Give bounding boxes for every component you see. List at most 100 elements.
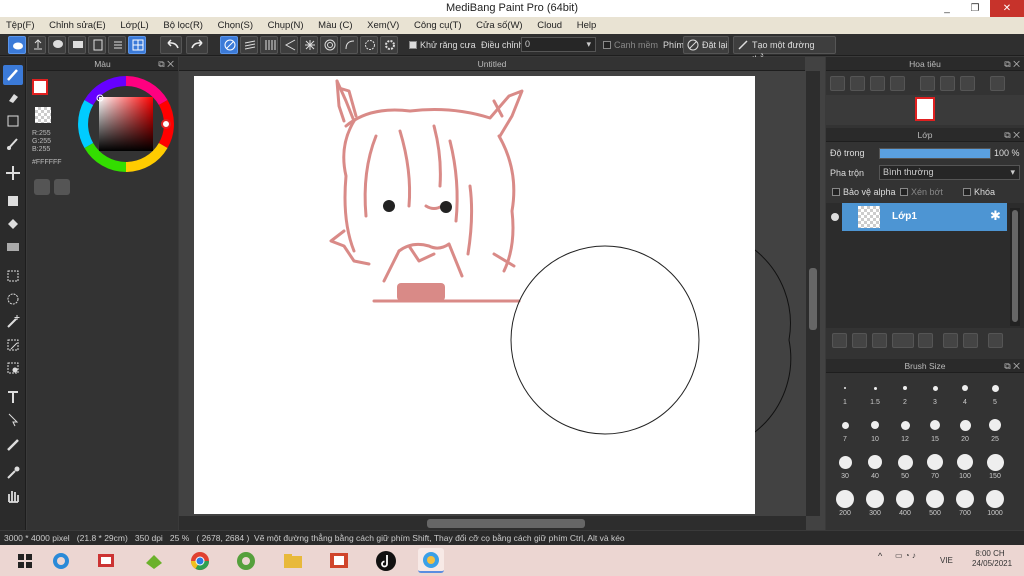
move-tool[interactable] bbox=[3, 163, 23, 183]
brush-size-option[interactable]: 25 bbox=[980, 414, 1010, 444]
bucket-tool[interactable] bbox=[3, 214, 23, 234]
palette-icon[interactable] bbox=[34, 179, 50, 195]
brush-size-option[interactable]: 50 bbox=[890, 451, 920, 481]
eyedropper-tool[interactable] bbox=[3, 463, 23, 483]
brush-size-option[interactable]: 1.5 bbox=[860, 377, 890, 407]
app-windows-icon[interactable] bbox=[93, 548, 119, 573]
clipping-checkbox[interactable]: Xén bớt bbox=[900, 187, 943, 197]
brush-size-option[interactable]: 500 bbox=[920, 488, 950, 518]
brush-size-option[interactable]: 40 bbox=[860, 451, 890, 481]
menu-edit[interactable]: Chỉnh sửa(E) bbox=[49, 17, 106, 34]
panel-float-close-icon[interactable]: ⧉ ✕ bbox=[1004, 57, 1020, 71]
brush-tool[interactable] bbox=[3, 65, 23, 85]
gradient-tool[interactable] bbox=[3, 237, 23, 257]
add-layer-menu-icon[interactable] bbox=[892, 333, 914, 348]
brush-size-option[interactable]: 12 bbox=[890, 414, 920, 444]
menu-cloud[interactable]: Cloud bbox=[537, 17, 562, 34]
parallel-snap-icon[interactable] bbox=[240, 36, 258, 54]
undo-icon[interactable] bbox=[160, 36, 182, 54]
select-rect-tool[interactable] bbox=[3, 266, 23, 286]
gear-icon[interactable]: ✱ bbox=[990, 208, 1001, 224]
select-eraser-tool[interactable] bbox=[3, 358, 23, 378]
antialias-checkbox[interactable]: Khử răng cưa bbox=[409, 37, 476, 53]
drawing-canvas[interactable] bbox=[194, 76, 755, 514]
brush-size-option[interactable]: 10 bbox=[860, 414, 890, 444]
app-green-icon[interactable] bbox=[233, 548, 259, 573]
upload-icon[interactable] bbox=[28, 36, 46, 54]
minimize-button[interactable]: _ bbox=[933, 0, 961, 17]
duplicate-layer-icon[interactable] bbox=[943, 333, 958, 348]
internet-explorer-icon[interactable] bbox=[48, 548, 74, 573]
close-button[interactable]: ✕ bbox=[990, 0, 1024, 17]
no-snap-icon[interactable] bbox=[220, 36, 238, 54]
rotate-right-icon[interactable] bbox=[960, 76, 975, 91]
flip-icon[interactable] bbox=[990, 76, 1005, 91]
reset-view-icon[interactable] bbox=[940, 76, 955, 91]
menu-snap[interactable]: Chụp(N) bbox=[268, 17, 304, 34]
reset-button[interactable]: Đặt lại bbox=[683, 36, 729, 54]
menu-view[interactable]: Xem(V) bbox=[367, 17, 399, 34]
tray-chevron-icon[interactable]: ^ bbox=[878, 551, 882, 561]
brush-size-option[interactable]: 2 bbox=[890, 377, 920, 407]
list-icon[interactable] bbox=[108, 36, 126, 54]
brush-size-option[interactable]: 400 bbox=[890, 488, 920, 518]
fill-rect-tool[interactable] bbox=[3, 191, 23, 211]
powerpoint-icon[interactable] bbox=[326, 548, 352, 573]
brush-size-option[interactable]: 100 bbox=[950, 451, 980, 481]
new-8bit-layer-icon[interactable] bbox=[872, 333, 887, 348]
windows-start-icon[interactable] bbox=[12, 548, 38, 573]
chat-icon[interactable] bbox=[48, 36, 66, 54]
blur-tool[interactable] bbox=[3, 134, 23, 154]
radial-snap-icon[interactable] bbox=[300, 36, 318, 54]
dot-tool[interactable] bbox=[3, 111, 23, 131]
zoom-out-icon[interactable] bbox=[890, 76, 905, 91]
correction-select[interactable]: 0 ▾ bbox=[521, 37, 596, 52]
menu-window[interactable]: Cửa số(W) bbox=[476, 17, 522, 34]
palette-settings-icon[interactable] bbox=[54, 179, 70, 195]
brush-size-option[interactable]: 700 bbox=[950, 488, 980, 518]
redo-icon[interactable] bbox=[186, 36, 208, 54]
eraser-tool[interactable] bbox=[3, 88, 23, 108]
bluestacks-icon[interactable] bbox=[141, 548, 167, 573]
menu-file[interactable]: Tệp(F) bbox=[6, 17, 35, 34]
gear-icon[interactable] bbox=[380, 36, 398, 54]
tray-icons[interactable]: ▭ ◔ ♪ bbox=[895, 551, 916, 560]
merge-layer-icon[interactable] bbox=[963, 333, 978, 348]
brush-size-option[interactable]: 200 bbox=[830, 488, 860, 518]
vanish-snap-icon[interactable] bbox=[280, 36, 298, 54]
cloud-icon[interactable] bbox=[8, 36, 26, 54]
color-wheel[interactable] bbox=[77, 75, 175, 173]
brush-size-option[interactable]: 1000 bbox=[980, 488, 1010, 518]
lock-checkbox[interactable]: Khóa bbox=[963, 187, 995, 197]
brush-size-option[interactable]: 30 bbox=[830, 451, 860, 481]
maximize-button[interactable]: ❐ bbox=[961, 0, 989, 17]
brush-size-option[interactable]: 70 bbox=[920, 451, 950, 481]
foreground-color-swatch[interactable] bbox=[32, 79, 48, 95]
brush-size-option[interactable]: 15 bbox=[920, 414, 950, 444]
brush-size-option[interactable]: 20 bbox=[950, 414, 980, 444]
language-indicator[interactable]: VIE bbox=[940, 556, 953, 565]
snap-edge-checkbox[interactable]: Canh mềm bbox=[603, 37, 658, 53]
protect-alpha-checkbox[interactable]: Bảo vệ alpha bbox=[832, 187, 896, 197]
folder-icon[interactable] bbox=[918, 333, 933, 348]
menu-select[interactable]: Chọn(S) bbox=[218, 17, 253, 34]
zoom-in-alt-icon[interactable] bbox=[850, 76, 865, 91]
grid-icon[interactable] bbox=[128, 36, 146, 54]
ellipse-snap-icon[interactable] bbox=[360, 36, 378, 54]
divide-tool[interactable] bbox=[3, 435, 23, 455]
horizontal-scroll-thumb[interactable] bbox=[427, 519, 585, 528]
brush-size-option[interactable]: 1 bbox=[830, 377, 860, 407]
menu-layer[interactable]: Lớp(L) bbox=[120, 17, 148, 34]
medibang-taskbar-icon[interactable] bbox=[418, 548, 444, 573]
brush-size-option[interactable]: 300 bbox=[860, 488, 890, 518]
file-explorer-icon[interactable] bbox=[280, 548, 306, 573]
horizontal-scrollbar[interactable] bbox=[179, 516, 806, 530]
text-tool[interactable] bbox=[3, 387, 23, 407]
page-icon[interactable] bbox=[88, 36, 106, 54]
navigator-preview[interactable] bbox=[826, 95, 1024, 125]
vertical-scroll-thumb[interactable] bbox=[809, 268, 817, 330]
rotate-left-icon[interactable] bbox=[920, 76, 935, 91]
hand-tool[interactable] bbox=[3, 486, 23, 506]
blend-select[interactable]: Bình thường ▾ bbox=[879, 165, 1020, 180]
brush-size-option[interactable]: 4 bbox=[950, 377, 980, 407]
